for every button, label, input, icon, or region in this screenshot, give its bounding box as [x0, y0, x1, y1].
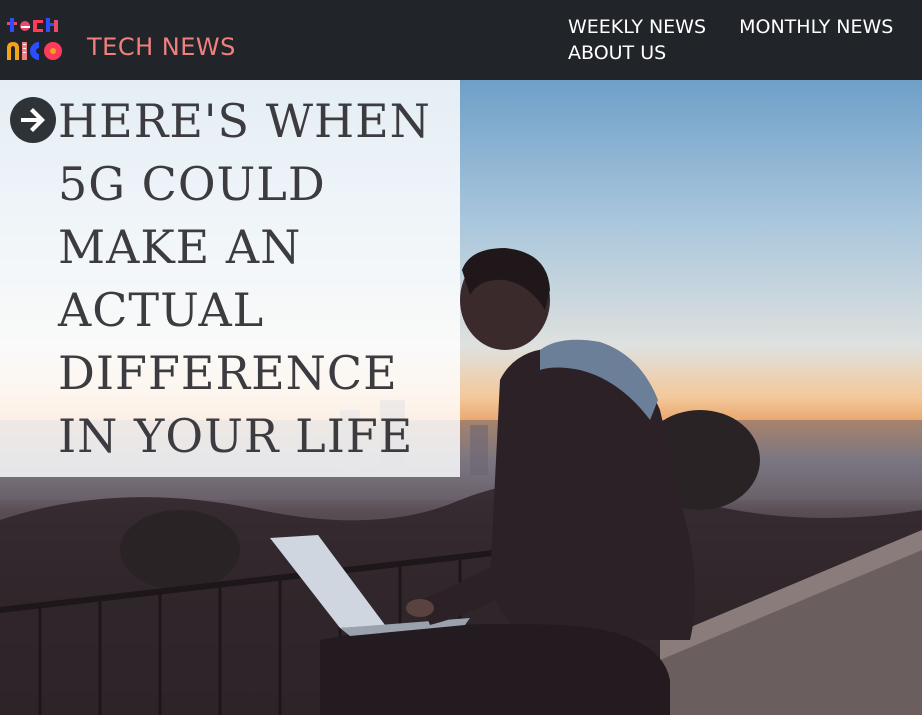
top-navbar: TECH NEWS WEEKLY NEWS MONTHLY NEWS ABOUT… [0, 0, 922, 80]
arrow-right-circle-icon[interactable] [9, 96, 57, 144]
brand-name: TECH NEWS [87, 33, 236, 61]
nav-link-monthly-news[interactable]: MONTHLY NEWS [739, 14, 893, 40]
hero-headline[interactable]: HERE'S WHEN 5G COULD MAKE AN ACTUAL DIFF… [58, 90, 438, 468]
technico-logo-icon [7, 18, 62, 60]
brand[interactable]: TECH NEWS [7, 16, 236, 64]
nav-link-weekly-news[interactable]: WEEKLY NEWS [568, 14, 706, 40]
main-nav: WEEKLY NEWS MONTHLY NEWS ABOUT US [568, 14, 908, 66]
nav-link-about-us[interactable]: ABOUT US [568, 40, 666, 66]
